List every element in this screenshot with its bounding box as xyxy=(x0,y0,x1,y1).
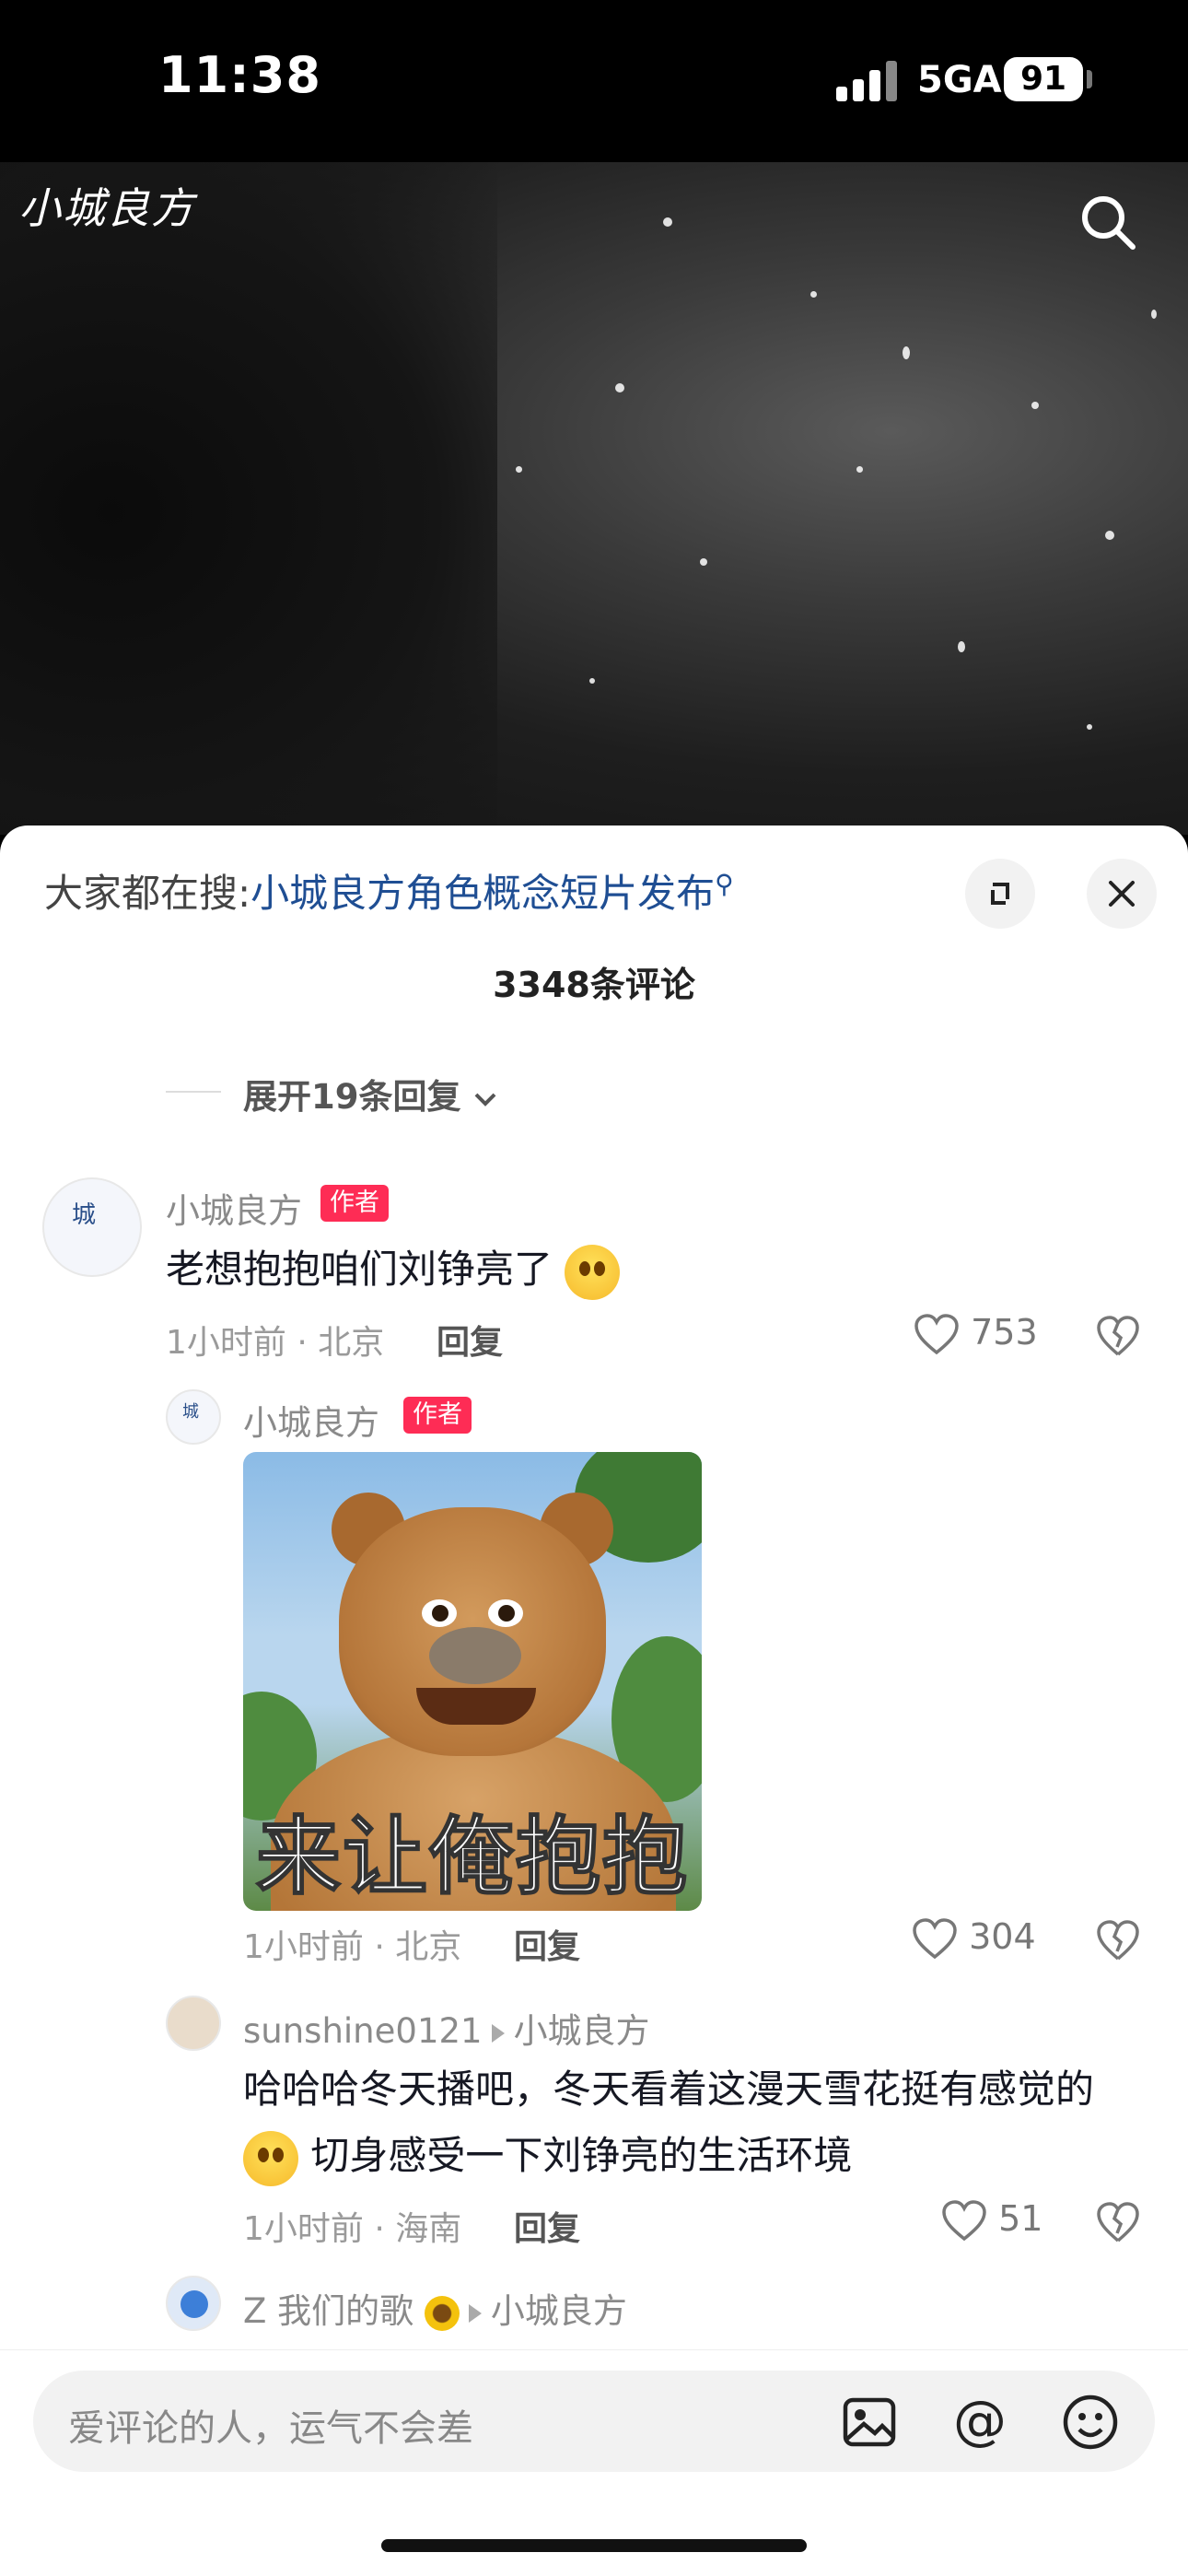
trending-search[interactable]: 大家都在搜:小城良方角色概念短片发布⚲ xyxy=(44,862,734,919)
search-small-icon: ⚲ xyxy=(715,869,734,899)
comment-text-content: 切身感受一下刘铮亮的生活环境 xyxy=(310,2133,853,2178)
comment-count: 3348条评论 xyxy=(493,965,695,1005)
heart-icon xyxy=(913,1917,957,1959)
dislike-button[interactable] xyxy=(1096,2202,1140,2244)
like-button[interactable]: 304 xyxy=(912,1916,1036,1961)
reply-button[interactable]: 回复 xyxy=(437,1316,503,1364)
comment-author-label: Z 我们的歌 xyxy=(243,2291,414,2331)
bear-mouth xyxy=(416,1688,536,1725)
avatar-logo: 城 xyxy=(72,1201,97,1229)
trend-link[interactable]: 小城良方角色概念短片发布 xyxy=(250,871,715,916)
comment-meta: 1小时前 · 北京 xyxy=(243,1928,462,1966)
broken-heart-icon xyxy=(1097,1920,1139,1961)
comment-author-name[interactable]: 小城良方 xyxy=(166,1183,302,1233)
comment-author-label: sunshine0121 xyxy=(243,2011,483,2051)
close-button[interactable] xyxy=(1087,859,1157,929)
divider xyxy=(166,1091,221,1093)
comment-text: 老想抱抱咱们刘铮亮了 xyxy=(166,1236,621,1303)
comment-author-name[interactable]: Z 我们的歌 小城良方 xyxy=(243,2283,627,2333)
heart-icon xyxy=(914,1313,959,1354)
chevron-down-icon xyxy=(474,1093,496,1107)
reply-to-name: 小城良方 xyxy=(490,2291,627,2331)
emoji-icon xyxy=(243,2130,298,2186)
dislike-button[interactable] xyxy=(1096,1316,1140,1358)
status-bar: 11:38 5GA 91 xyxy=(0,0,1188,162)
search-icon[interactable] xyxy=(1076,190,1140,254)
emoji-icon xyxy=(565,1244,621,1300)
video-silhouette xyxy=(0,162,497,835)
svg-text:@: @ xyxy=(953,2393,1007,2452)
sunflower-emoji xyxy=(424,2295,460,2331)
reply-arrow-icon xyxy=(468,2303,482,2323)
like-button[interactable]: 753 xyxy=(914,1312,1038,1356)
reply-arrow-icon xyxy=(491,2023,505,2043)
comment-input[interactable]: 爱评论的人，运气不会差 @ xyxy=(33,2371,1155,2472)
emoji-icon[interactable] xyxy=(1061,2393,1120,2452)
expand-replies-label: 展开19条回复 xyxy=(243,1077,461,1117)
avatar[interactable]: 城 xyxy=(166,1389,221,1445)
author-tag: 作者 xyxy=(320,1185,389,1222)
author-tag: 作者 xyxy=(403,1397,472,1434)
expand-replies-button[interactable]: 展开19条回复 xyxy=(243,1069,498,1118)
comment-author-name[interactable]: sunshine0121 小城良方 xyxy=(243,2003,650,2053)
avatar[interactable] xyxy=(166,1996,221,2051)
reply-button[interactable]: 回复 xyxy=(514,1920,580,1968)
like-count: 304 xyxy=(969,1916,1036,1957)
dislike-button[interactable] xyxy=(1096,1920,1140,1962)
comment-meta: 1小时前 · 海南 xyxy=(243,2210,462,2248)
trend-label: 大家都在搜: xyxy=(44,871,251,916)
network-label: 5GA xyxy=(917,59,1002,101)
avatar-logo: 城 xyxy=(182,1402,199,1422)
reply-to-name: 小城良方 xyxy=(513,2011,650,2051)
bear-eye xyxy=(488,1599,523,1627)
comment-text-line2: 切身感受一下刘铮亮的生活环境 xyxy=(243,2123,852,2189)
battery-icon: 91 xyxy=(1004,57,1083,101)
expand-button[interactable] xyxy=(965,859,1035,929)
avatar-heart xyxy=(181,2290,208,2318)
sticker-image[interactable]: 来让俺抱抱 xyxy=(243,1452,702,1911)
home-indicator xyxy=(381,2539,807,2552)
sticker-caption: 来让俺抱抱 xyxy=(255,1807,689,1907)
broken-heart-icon xyxy=(1097,1316,1139,1356)
comment-text-content: 老想抱抱咱们刘铮亮了 xyxy=(166,1247,553,1292)
battery-tip xyxy=(1087,70,1092,88)
comment-text-line1: 哈哈哈冬天播吧，冬天看着这漫天雪花挺有感觉的 xyxy=(243,2067,1095,2112)
comment-input-placeholder: 爱评论的人，运气不会差 xyxy=(68,2407,473,2450)
image-icon[interactable] xyxy=(840,2393,899,2452)
expand-icon xyxy=(991,883,1009,905)
status-time: 11:38 xyxy=(158,46,321,104)
close-icon xyxy=(1109,881,1135,907)
comment-meta: 1小时前 · 北京 xyxy=(166,1324,385,1362)
bear-eye xyxy=(422,1599,457,1627)
at-icon[interactable]: @ xyxy=(950,2393,1009,2452)
bear-head xyxy=(339,1507,606,1756)
brand-logo: 小城良方 xyxy=(18,183,195,233)
heart-icon xyxy=(942,2199,986,2241)
broken-heart-icon xyxy=(1097,2202,1139,2242)
signal-icon xyxy=(836,61,897,101)
like-button[interactable]: 51 xyxy=(941,2198,1042,2242)
comment-author-name[interactable]: 小城良方 xyxy=(243,1395,379,1445)
avatar[interactable] xyxy=(166,2276,221,2331)
avatar[interactable]: 城 xyxy=(42,1177,142,1277)
bear-nose xyxy=(429,1627,521,1684)
video-player[interactable] xyxy=(0,162,1188,835)
like-count: 753 xyxy=(971,1312,1038,1352)
reply-button[interactable]: 回复 xyxy=(514,2202,580,2250)
like-count: 51 xyxy=(998,2198,1043,2239)
